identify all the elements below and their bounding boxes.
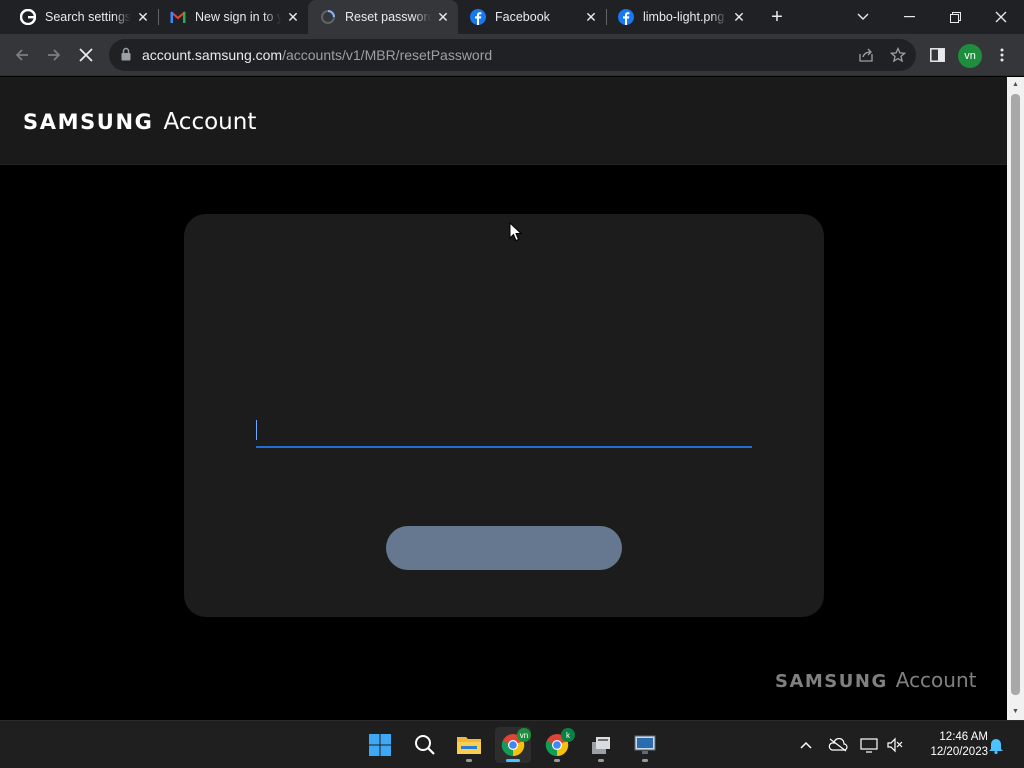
screen: Search settings ✕ New sign in to your Sa… xyxy=(0,0,1024,768)
tab-title: limbo-light.png xyxy=(643,10,725,24)
show-hidden-icons-chevron-icon[interactable] xyxy=(796,735,816,755)
system-clock[interactable]: 12:46 AM 12/20/2023 xyxy=(912,730,988,760)
tab-search-chevron-icon[interactable] xyxy=(840,0,886,34)
windows-logo-icon xyxy=(369,734,391,756)
text-caret xyxy=(256,420,257,440)
running-indicator xyxy=(642,759,648,762)
footer-logo-product: Account xyxy=(895,668,977,692)
samsung-account-logo[interactable]: SAMSUNG Account xyxy=(23,109,256,135)
running-indicator xyxy=(466,759,472,762)
facebook-icon xyxy=(470,9,486,25)
volume-muted-icon[interactable] xyxy=(885,735,905,755)
tab-reset-password[interactable]: Reset password ✕ xyxy=(308,0,458,34)
loading-icon xyxy=(320,9,336,25)
page-content: SAMSUNG Account SAMSUNG Account xyxy=(0,77,1007,720)
chrome-taskbar-button-vn[interactable]: vn xyxy=(495,727,531,763)
profile-badge: k xyxy=(561,728,575,742)
forward-button[interactable] xyxy=(39,40,69,70)
file-explorer-icon xyxy=(457,737,481,754)
clock-date: 12/20/2023 xyxy=(930,746,988,758)
close-icon[interactable]: ✕ xyxy=(135,9,151,25)
reset-password-card xyxy=(184,214,824,617)
file-explorer-button[interactable] xyxy=(451,727,487,763)
url-text[interactable]: account.samsung.com/accounts/v1/MBR/rese… xyxy=(142,47,492,63)
close-icon[interactable]: ✕ xyxy=(731,9,747,25)
onedrive-offline-icon[interactable] xyxy=(828,735,848,755)
restore-button[interactable] xyxy=(932,0,978,34)
tab-title: New sign in to your Samsung account xyxy=(195,10,281,24)
profile-badge: vn xyxy=(517,728,531,742)
tab-title: Reset password xyxy=(345,10,431,24)
page-scrollbar[interactable]: ▲ ▼ xyxy=(1007,77,1024,720)
running-indicator xyxy=(598,759,604,762)
footer-samsung-account-logo: SAMSUNG Account xyxy=(775,668,977,692)
tab-search-settings[interactable]: Search settings ✕ xyxy=(8,0,158,34)
tab-title: Search settings xyxy=(45,10,131,24)
tab-facebook[interactable]: Facebook ✕ xyxy=(458,0,606,34)
start-button[interactable] xyxy=(362,727,398,763)
scroll-down-arrow-icon[interactable]: ▼ xyxy=(1011,707,1020,717)
tab-title: Facebook xyxy=(495,10,550,24)
search-icon xyxy=(415,735,435,755)
facebook-icon xyxy=(618,9,634,25)
tab-strip: Search settings ✕ New sign in to your Sa… xyxy=(0,0,1024,34)
close-icon[interactable]: ✕ xyxy=(583,9,599,25)
close-icon[interactable]: ✕ xyxy=(435,9,451,25)
address-bar[interactable]: account.samsung.com/accounts/v1/MBR/rese… xyxy=(109,39,916,71)
side-panel-icon[interactable] xyxy=(922,40,952,70)
browser-toolbar: account.samsung.com/accounts/v1/MBR/rese… xyxy=(0,34,1024,76)
tab-limbo-light[interactable]: limbo-light.png ✕ xyxy=(606,0,754,34)
back-button[interactable] xyxy=(7,40,37,70)
clock-time: 12:46 AM xyxy=(939,731,988,743)
tab-gmail[interactable]: New sign in to your Samsung account ✕ xyxy=(158,0,308,34)
active-indicator xyxy=(506,759,520,762)
share-icon[interactable] xyxy=(856,45,876,65)
close-window-button[interactable] xyxy=(978,0,1024,34)
mouse-pointer-icon xyxy=(509,221,523,247)
footer-logo-brand: SAMSUNG xyxy=(775,671,888,692)
remote-desktop-icon xyxy=(634,735,656,754)
stop-loading-button[interactable] xyxy=(71,40,101,70)
app-taskbar-button[interactable] xyxy=(583,727,619,763)
scroll-thumb[interactable] xyxy=(1011,94,1020,695)
gmail-icon xyxy=(170,9,186,25)
logo-product: Account xyxy=(163,109,257,135)
close-icon[interactable]: ✕ xyxy=(285,9,301,25)
logo-brand: SAMSUNG xyxy=(23,110,154,134)
browser-menu-icon[interactable] xyxy=(987,40,1017,70)
running-indicator xyxy=(554,759,560,762)
minimize-button[interactable] xyxy=(886,0,932,34)
scroll-up-arrow-icon[interactable]: ▲ xyxy=(1011,80,1020,90)
new-tab-button[interactable]: + xyxy=(765,5,789,29)
profile-avatar[interactable]: vn xyxy=(958,44,982,68)
lock-icon[interactable] xyxy=(121,47,131,66)
url-host: account.samsung.com xyxy=(142,47,283,63)
app-icon xyxy=(592,737,610,754)
submit-button[interactable] xyxy=(386,526,622,570)
password-input[interactable] xyxy=(256,414,752,448)
windows-taskbar: vn k 12:46 AM 12/20/2023 xyxy=(0,720,1024,768)
chrome-taskbar-button-k[interactable]: k xyxy=(539,727,575,763)
remote-desktop-taskbar-button[interactable] xyxy=(627,727,663,763)
notification-bell-icon[interactable] xyxy=(986,735,1006,755)
search-button[interactable] xyxy=(407,727,443,763)
network-icon[interactable] xyxy=(859,735,879,755)
site-header: SAMSUNG Account xyxy=(0,77,1007,165)
google-icon xyxy=(20,9,36,25)
bookmark-star-icon[interactable] xyxy=(888,45,908,65)
url-path: /accounts/v1/MBR/resetPassword xyxy=(282,47,493,63)
